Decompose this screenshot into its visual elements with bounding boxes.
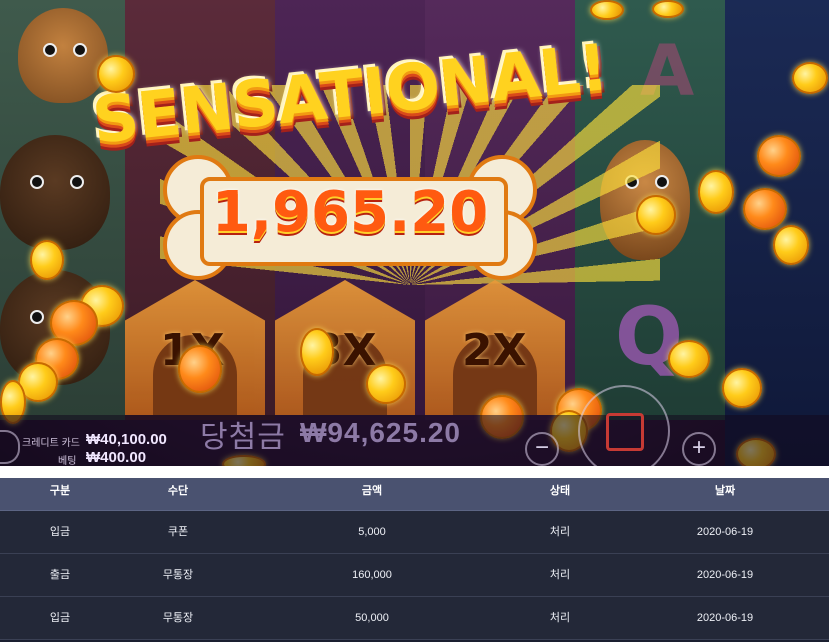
cell-method: 쿠폰: [167, 526, 189, 538]
slot-game-screen: A Q 1X 3X 2X 1,965.20 SENSATIONAL!: [0, 0, 829, 466]
coin-icon: [30, 240, 64, 280]
bet-value: ₩400.00: [86, 449, 147, 466]
cell-type: 출금: [49, 569, 71, 581]
coin-icon: [792, 62, 828, 94]
cell-status: 처리: [549, 569, 571, 581]
column-header-amount: 금액: [361, 485, 383, 497]
coin-icon: [590, 0, 624, 20]
column-header-date: 날짜: [714, 485, 736, 497]
coin-icon: [178, 345, 222, 393]
credit-label: 크레디트 카드: [22, 438, 80, 449]
coin-icon: [366, 364, 406, 404]
cell-type: 입금: [49, 526, 71, 538]
cell-type: 입금: [49, 612, 71, 624]
cell-date: 2020-06-19: [696, 612, 754, 624]
coin-icon: [743, 188, 787, 230]
cell-amount: 50,000: [355, 612, 389, 624]
table-row: 입금 무통장 50,000 처리 2020-06-19: [0, 597, 829, 640]
coin-icon: [636, 195, 676, 235]
credit-value: ₩40,100.00: [86, 431, 167, 448]
multiplier-3: 2X: [462, 325, 527, 376]
column-header-type: 구분: [49, 485, 71, 497]
column-header-method: 수단: [167, 485, 189, 497]
cell-amount: 160,000: [352, 569, 392, 581]
coin-icon: [757, 135, 801, 177]
table-row: 출금 무통장 160,000 처리 2020-06-19: [0, 554, 829, 597]
coin-icon: [668, 340, 710, 378]
cell-method: 무통장: [162, 612, 194, 624]
total-win-value: ₩94,625.20: [300, 417, 461, 448]
cell-date: 2020-06-19: [696, 569, 754, 581]
coin-icon: [773, 225, 809, 265]
cell-amount: 5,000: [358, 526, 386, 538]
transaction-table: 구분 수단 금액 상태 날짜 입금 쿠폰 5,000 처리 2020-06-19…: [0, 478, 829, 642]
spin-stop-icon[interactable]: [578, 385, 670, 466]
cell-status: 처리: [549, 612, 571, 624]
minus-icon[interactable]: −: [525, 432, 559, 466]
coin-icon: [300, 328, 334, 376]
plus-icon[interactable]: +: [682, 432, 716, 466]
cell-status: 처리: [549, 526, 571, 538]
coin-icon: [97, 55, 135, 93]
table-header: 구분 수단 금액 상태 날짜: [0, 478, 829, 511]
coin-icon: [652, 0, 684, 18]
table-row: 입금 쿠폰 5,000 처리 2020-06-19: [0, 511, 829, 554]
cell-date: 2020-06-19: [696, 526, 754, 538]
column-header-status: 상태: [549, 485, 571, 497]
total-win-label: 당첨금: [200, 421, 286, 454]
win-amount: 1,965.20: [211, 180, 489, 245]
cell-method: 무통장: [162, 569, 194, 581]
coin-icon: [722, 368, 762, 408]
coin-icon: [698, 170, 734, 214]
bet-label: 베팅: [58, 456, 77, 466]
